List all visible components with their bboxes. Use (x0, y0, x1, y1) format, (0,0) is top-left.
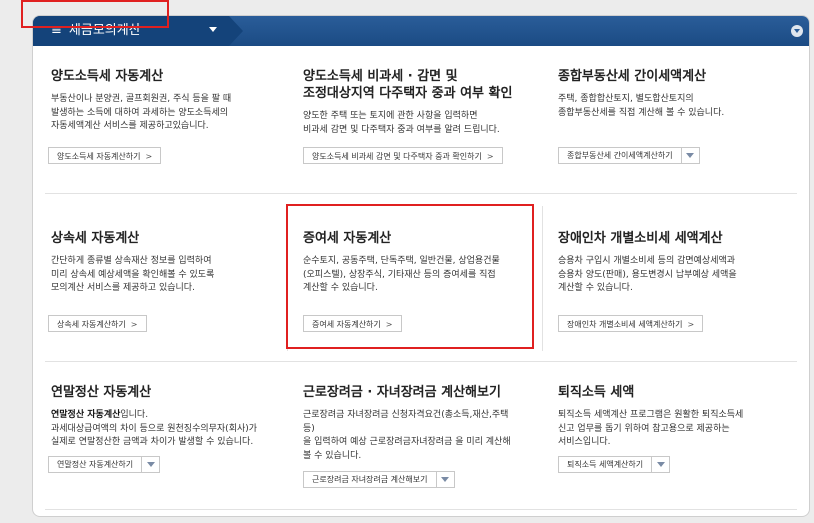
disabled-vehicle-tax-button[interactable]: 장애인차 개별소비세 세액계산하기 > (558, 315, 704, 332)
card-desc-line: 실제로 연말정산한 금액과 차이가 발생할 수 있습니다. (51, 437, 254, 447)
highlight-box (21, 0, 169, 28)
card-year-end-settlement: 연말정산 자동계산 연말정산 자동계산입니다. 과세대상급여액의 차이 등으로 … (51, 384, 291, 450)
chevron-right-icon: > (130, 320, 138, 329)
caret-down-icon (209, 27, 217, 32)
column-divider (542, 206, 543, 351)
card-desc-line: 등) (303, 423, 315, 434)
chevron-right-icon: > (687, 320, 695, 329)
row-divider (45, 361, 797, 362)
card-disabled-vehicle-tax: 장애인차 개별소비세 세액계산 승용차 구입시 개별소비세 등의 감면예상세액과… (558, 230, 798, 296)
card-desc-line: 미리 상속세 예상세액을 확인해볼 수 있도록 (51, 269, 215, 280)
card-desc-line: 신고 업무를 돕기 위하여 참고용으로 제공하는 (558, 423, 730, 434)
chevron-down-icon (435, 472, 454, 487)
earned-income-tax-credit-select[interactable]: 근로장려금 자녀장려금 계산해보기 (303, 471, 455, 488)
card-inheritance-tax: 상속세 자동계산 간단하게 종류별 상속재산 정보를 입력하여 미리 상속세 예… (51, 230, 291, 296)
card-title: 양도소득세 자동계산 (51, 69, 164, 84)
highlight-box (286, 204, 534, 349)
card-desc-line: 모의계산 서비스를 제공하고 있습니다. (51, 283, 195, 293)
card-desc-line: 연말정산 자동계산입니다. (51, 410, 149, 420)
card-comprehensive-property-tax: 종합부동산세 간이세액계산 주택, 종합합산토지, 별도합산토지의 종합부동산세… (558, 68, 798, 120)
card-desc-line: 발생하는 소득에 대하여 과세하는 양도소득세의 (51, 107, 229, 118)
chevron-right-icon: > (486, 152, 494, 161)
card-desc-line: 종합부동산세를 직접 계산해 볼 수 있습니다. (558, 107, 725, 118)
card-title: 상속세 자동계산 (51, 231, 140, 246)
chevron-down-icon (680, 148, 699, 163)
card-desc-line: 퇴직소득 세액계산 프로그램은 원활한 퇴직소득세 (558, 410, 744, 420)
collapse-button[interactable] (791, 25, 803, 37)
retirement-income-tax-select[interactable]: 퇴직소득 세액계산하기 (558, 456, 671, 473)
card-title: 종합부동산세 간이세액계산 (558, 69, 707, 84)
card-desc-line: 을 입력하여 예상 근로장려금자녀장려금 을 미리 계산해 (303, 437, 511, 447)
card-desc-line: 서비스입니다. (558, 437, 611, 447)
comprehensive-property-tax-select[interactable]: 종합부동산세 간이세액계산하기 (558, 147, 700, 164)
card-title-line: 양도소득세 비과세 · 감면 및 (303, 69, 458, 84)
card-desc-line: 근로장려금 자녀장려금 신청자격요건(총소득,재산,주택 (303, 410, 509, 420)
card-title: 퇴직소득 세액 (558, 385, 635, 400)
card-desc-line: 간단하게 종류별 상속재산 정보를 입력하여 (51, 256, 212, 266)
chevron-right-icon: > (145, 152, 153, 161)
card-title: 연말정산 자동계산 (51, 385, 152, 400)
card-desc-line: 비과세 감면 및 다주택자 중과 여부를 알려 드립니다. (303, 124, 500, 135)
card-earned-income-tax-credit: 근로장려금 · 자녀장려금 계산해보기 근로장려금 자녀장려금 신청자격요건(총… (303, 384, 548, 463)
chevron-down-icon (141, 457, 159, 472)
capital-gains-tax-button[interactable]: 양도소득세 자동계산하기 > (48, 147, 162, 164)
card-capital-gains-tax: 양도소득세 자동계산 부동산이나 분양권, 골프회원권, 주식 등을 팔 때 발… (51, 68, 291, 134)
card-title-line: 조정대상지역 다주택자 중과 여부 확인 (303, 86, 513, 101)
card-desc-line: 부동산이나 분양권, 골프회원권, 주식 등을 팔 때 (51, 94, 232, 104)
card-title: 근로장려금 · 자녀장려금 계산해보기 (303, 385, 501, 400)
card-title: 장애인차 개별소비세 세액계산 (558, 231, 723, 246)
card-desc-line: 과세대상급여액의 차이 등으로 원천징수의무자(회사)가 (51, 423, 258, 434)
row-divider (45, 193, 797, 194)
card-capital-gains-exemption: 양도소득세 비과세 · 감면 및 조정대상지역 다주택자 중과 여부 확인 양도… (303, 68, 563, 137)
card-desc-line: 볼 수 있습니다. (303, 450, 362, 461)
card-desc-line: 양도한 주택 또는 토지에 관한 사항을 입력하면 (303, 111, 478, 121)
card-desc-line: 승용차 양도(판매), 용도변경시 납부예상 세액을 (558, 269, 737, 280)
capital-gains-exemption-button[interactable]: 양도소득세 비과세 감면 및 다주택자 중과 확인하기 > (303, 147, 503, 164)
card-desc-line: 승용차 구입시 개별소비세 등의 감면예상세액과 (558, 256, 736, 266)
row-divider (45, 509, 797, 510)
chevron-down-icon (651, 457, 669, 472)
year-end-settlement-select[interactable]: 연말정산 자동계산하기 (48, 456, 161, 473)
card-retirement-income-tax: 퇴직소득 세액 퇴직소득 세액계산 프로그램은 원활한 퇴직소득세 신고 업무를… (558, 384, 798, 450)
inheritance-tax-button[interactable]: 상속세 자동계산하기 > (48, 315, 147, 332)
card-desc-line: 주택, 종합합산토지, 별도합산토지의 (558, 94, 694, 104)
card-desc-line: 계산할 수 있습니다. (558, 283, 633, 293)
card-desc-line: 자동세액계산 서비스를 제공하고있습니다. (51, 121, 209, 131)
